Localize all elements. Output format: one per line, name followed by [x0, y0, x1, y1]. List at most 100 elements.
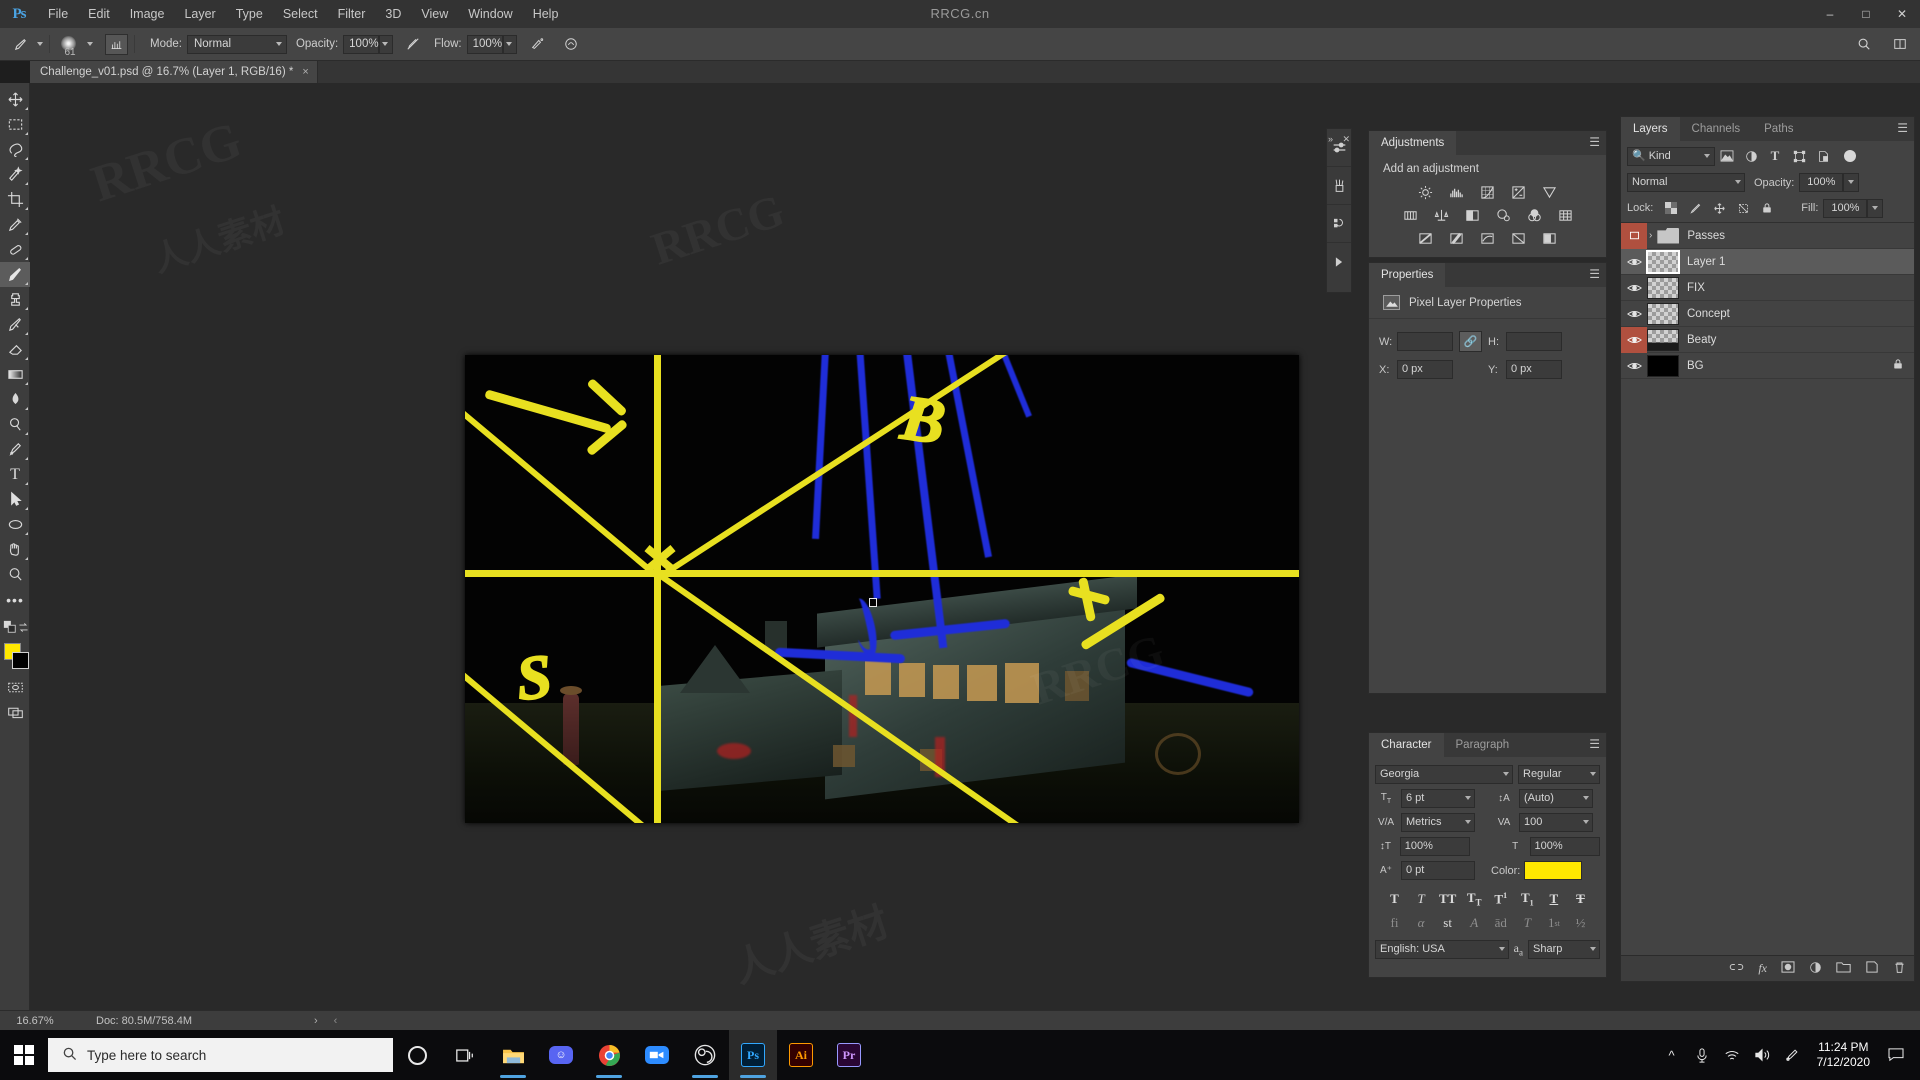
brightness-contrast-icon[interactable] [1414, 182, 1438, 202]
brush-settings-panel-icon[interactable] [105, 33, 128, 55]
contextual-alternates-button[interactable]: α [1410, 913, 1433, 933]
close-icon[interactable]: ✕ [1342, 134, 1350, 145]
selective-color-icon[interactable] [1538, 228, 1562, 248]
baseline-shift-input[interactable]: 0 pt [1401, 861, 1475, 880]
tab-character[interactable]: Character [1369, 733, 1444, 757]
layer-row-fix[interactable]: FIX [1621, 275, 1914, 301]
subscript-button[interactable]: T1 [1516, 889, 1539, 909]
vertical-scale-input[interactable]: 100% [1399, 837, 1471, 856]
fractions-button[interactable]: ½ [1569, 913, 1592, 933]
swash-button[interactable]: A [1463, 913, 1486, 933]
pen-icon[interactable] [1777, 1030, 1807, 1080]
menu-view[interactable]: View [411, 0, 458, 28]
menu-image[interactable]: Image [120, 0, 175, 28]
height-input[interactable] [1506, 332, 1562, 351]
opacity-slider-toggle[interactable] [379, 34, 394, 54]
brush-presets-dock-icon[interactable] [1327, 167, 1351, 205]
layer-thumbnail[interactable] [1647, 302, 1679, 325]
horizontal-scale-input[interactable]: 100% [1529, 837, 1601, 856]
gradient-tool[interactable] [0, 362, 30, 387]
spot-healing-brush-tool[interactable] [0, 237, 30, 262]
eye-icon[interactable] [1621, 222, 1647, 249]
layer-row-beaty[interactable]: Beaty [1621, 326, 1914, 353]
flow-input[interactable]: 100% [466, 34, 503, 54]
tab-adjustments[interactable]: Adjustments [1369, 131, 1457, 155]
layer-name[interactable]: Concept [1687, 308, 1730, 320]
layer-thumbnail[interactable] [1646, 249, 1680, 274]
fill-input[interactable]: 100% [1823, 198, 1868, 218]
lock-artboard-icon[interactable] [1731, 198, 1755, 218]
quick-mask-icon[interactable] [0, 675, 30, 700]
black-white-icon[interactable] [1460, 205, 1484, 225]
opacity-input[interactable]: 100% [343, 34, 380, 54]
panel-menu-icon[interactable]: ☰ [1589, 136, 1600, 148]
color-lookup-icon[interactable] [1553, 205, 1577, 225]
superscript-button[interactable]: T1 [1489, 889, 1512, 909]
vibrance-icon[interactable] [1538, 182, 1562, 202]
default-colors-icon[interactable] [3, 620, 17, 638]
leading-input[interactable]: (Auto) [1519, 789, 1593, 808]
menu-edit[interactable]: Edit [78, 0, 120, 28]
brush-tool-preset-icon[interactable] [8, 32, 32, 56]
channel-mixer-icon[interactable] [1522, 205, 1546, 225]
hand-tool[interactable] [0, 537, 30, 562]
move-tool[interactable] [0, 87, 30, 112]
threshold-icon[interactable] [1476, 228, 1500, 248]
brush-preset-chevron-down-icon[interactable] [37, 42, 43, 46]
eye-icon[interactable] [1621, 275, 1647, 301]
microphone-icon[interactable] [1687, 1030, 1717, 1080]
path-selection-tool[interactable] [0, 487, 30, 512]
lock-image-pixels-icon[interactable] [1683, 198, 1707, 218]
curves-icon[interactable] [1476, 182, 1500, 202]
menu-window[interactable]: Window [458, 0, 522, 28]
expand-panels-icon[interactable] [1327, 243, 1351, 281]
language-select[interactable]: English: USA [1375, 940, 1509, 959]
pen-tool[interactable] [0, 437, 30, 462]
eyedropper-tool[interactable] [0, 212, 30, 237]
layer-name[interactable]: BG [1687, 360, 1704, 372]
font-family-select[interactable]: Georgia [1375, 765, 1513, 784]
cortana-icon[interactable] [393, 1030, 441, 1080]
lock-all-icon[interactable] [1755, 198, 1779, 218]
standard-ligatures-button[interactable]: fi [1383, 913, 1406, 933]
italic-button[interactable]: T [1410, 889, 1433, 909]
zoom-tool[interactable] [0, 562, 30, 587]
hue-saturation-icon[interactable] [1398, 205, 1422, 225]
flow-slider-toggle[interactable] [502, 34, 517, 54]
layer-row-layer-1[interactable]: Layer 1 [1621, 249, 1914, 275]
chevron-right-icon[interactable]: › [314, 1015, 318, 1027]
posterize-icon[interactable] [1445, 228, 1469, 248]
crop-tool[interactable] [0, 187, 30, 212]
levels-icon[interactable] [1445, 182, 1469, 202]
discretionary-ligatures-button[interactable]: st [1436, 913, 1459, 933]
edit-toolbar-tool[interactable]: ••• [0, 587, 30, 612]
quick-selection-tool[interactable] [0, 162, 30, 187]
menu-filter[interactable]: Filter [328, 0, 376, 28]
color-balance-icon[interactable] [1429, 205, 1453, 225]
stylistic-alternates-button[interactable]: T [1516, 913, 1539, 933]
new-layer-icon[interactable] [1865, 961, 1879, 976]
adjustment-layer-icon[interactable] [1809, 961, 1822, 977]
layer-name[interactable]: FIX [1687, 282, 1705, 294]
layer-name[interactable]: Layer 1 [1687, 256, 1725, 268]
task-view-icon[interactable] [441, 1030, 489, 1080]
opacity-pressure-icon[interactable] [401, 32, 425, 56]
layer-mask-icon[interactable] [1781, 961, 1795, 976]
eye-icon[interactable] [1621, 249, 1647, 275]
close-button[interactable]: ✕ [1884, 0, 1920, 28]
chrome-icon[interactable] [585, 1030, 633, 1080]
layer-thumbnail[interactable] [1647, 328, 1679, 351]
airbrush-icon[interactable] [525, 32, 549, 56]
zoom-icon[interactable] [633, 1030, 681, 1080]
fill-slider-toggle[interactable] [1867, 198, 1884, 218]
opacity-input[interactable]: 100% [1799, 173, 1844, 192]
layer-row-passes[interactable]: › Passes [1621, 222, 1914, 249]
brush-tool[interactable] [0, 262, 30, 287]
text-color-swatch[interactable] [1524, 861, 1583, 880]
zoom-level[interactable]: 16.67% [0, 1015, 70, 1027]
panel-menu-icon[interactable]: ☰ [1897, 122, 1908, 134]
layer-style-icon[interactable]: fx [1758, 961, 1767, 976]
tab-properties[interactable]: Properties [1369, 263, 1446, 287]
x-input[interactable]: 0 px [1397, 360, 1453, 379]
eye-icon[interactable] [1621, 353, 1647, 379]
